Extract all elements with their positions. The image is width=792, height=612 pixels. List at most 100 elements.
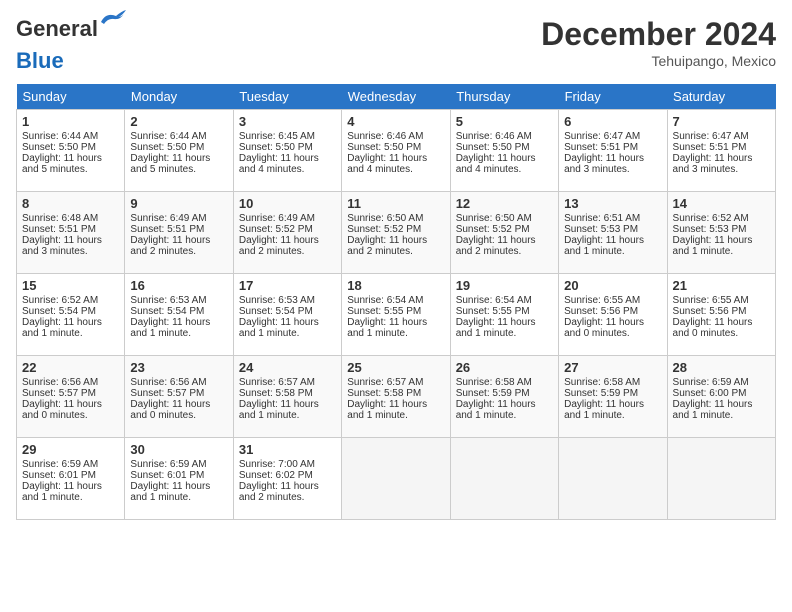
day-info: Daylight: 11 hours (673, 399, 770, 410)
day-info: and 2 minutes. (456, 246, 553, 257)
day-number: 12 (456, 196, 553, 211)
day-info: Sunset: 5:52 PM (239, 224, 336, 235)
logo-text-blue: Blue (16, 48, 64, 73)
header-sunday: Sunday (17, 84, 125, 110)
day-number: 17 (239, 278, 336, 293)
day-info: Sunset: 5:50 PM (22, 142, 119, 153)
day-info: Sunrise: 6:54 AM (347, 295, 444, 306)
day-info: and 1 minute. (22, 492, 119, 503)
calendar-cell: 22Sunrise: 6:56 AMSunset: 5:57 PMDayligh… (17, 356, 125, 438)
calendar-cell: 25Sunrise: 6:57 AMSunset: 5:58 PMDayligh… (342, 356, 450, 438)
day-info: Sunset: 5:58 PM (347, 388, 444, 399)
day-info: Sunset: 6:01 PM (22, 470, 119, 481)
day-info: and 1 minute. (673, 410, 770, 421)
calendar-cell (450, 438, 558, 520)
calendar-cell: 4 Sunrise: 6:46 AMSunset: 5:50 PMDaylight… (342, 110, 450, 192)
day-info: and 1 minute. (239, 410, 336, 421)
day-info: and 5 minutes. (130, 164, 227, 175)
day-info: and 0 minutes. (673, 328, 770, 339)
day-number: 8 (22, 196, 119, 211)
day-info: and 1 minute. (130, 328, 227, 339)
day-info: Daylight: 11 hours (22, 399, 119, 410)
day-info: Sunrise: 6:44 AM (130, 131, 227, 142)
day-info: Sunset: 5:51 PM (22, 224, 119, 235)
day-info: Sunset: 6:00 PM (673, 388, 770, 399)
calendar-table: SundayMondayTuesdayWednesdayThursdayFrid… (16, 84, 776, 520)
day-info: Sunset: 5:54 PM (130, 306, 227, 317)
day-number: 2 (130, 114, 227, 129)
day-info: and 1 minute. (456, 328, 553, 339)
calendar-cell (559, 438, 667, 520)
title-block: December 2024 Tehuipango, Mexico (541, 16, 776, 69)
day-info: Sunset: 5:50 PM (347, 142, 444, 153)
day-info: Daylight: 11 hours (130, 153, 227, 164)
day-info: Daylight: 11 hours (673, 153, 770, 164)
day-info: Daylight: 11 hours (22, 481, 119, 492)
calendar-cell: 9Sunrise: 6:49 AMSunset: 5:51 PMDaylight… (125, 192, 233, 274)
day-info: and 4 minutes. (456, 164, 553, 175)
calendar-cell: 13Sunrise: 6:51 AMSunset: 5:53 PMDayligh… (559, 192, 667, 274)
day-number: 7 (673, 114, 770, 129)
day-info: Daylight: 11 hours (347, 153, 444, 164)
day-info: Sunrise: 6:44 AM (22, 131, 119, 142)
day-info: Sunrise: 6:59 AM (130, 459, 227, 470)
day-info: and 2 minutes. (347, 246, 444, 257)
day-info: Sunrise: 6:59 AM (673, 377, 770, 388)
day-info: Sunset: 5:53 PM (673, 224, 770, 235)
day-info: and 4 minutes. (347, 164, 444, 175)
day-number: 11 (347, 196, 444, 211)
calendar-header-row: SundayMondayTuesdayWednesdayThursdayFrid… (17, 84, 776, 110)
day-info: Daylight: 11 hours (22, 235, 119, 246)
day-info: and 3 minutes. (564, 164, 661, 175)
day-info: and 1 minute. (130, 492, 227, 503)
day-info: Daylight: 11 hours (239, 481, 336, 492)
day-info: Sunrise: 6:48 AM (22, 213, 119, 224)
day-info: Daylight: 11 hours (673, 235, 770, 246)
day-number: 15 (22, 278, 119, 293)
day-info: Daylight: 11 hours (347, 317, 444, 328)
day-number: 13 (564, 196, 661, 211)
day-number: 9 (130, 196, 227, 211)
day-info: Sunset: 5:54 PM (22, 306, 119, 317)
day-info: Sunrise: 6:56 AM (130, 377, 227, 388)
day-info: Sunset: 5:51 PM (130, 224, 227, 235)
day-info: Sunset: 5:57 PM (22, 388, 119, 399)
calendar-cell: 10Sunrise: 6:49 AMSunset: 5:52 PMDayligh… (233, 192, 341, 274)
calendar-cell: 15Sunrise: 6:52 AMSunset: 5:54 PMDayligh… (17, 274, 125, 356)
day-info: Sunrise: 6:55 AM (673, 295, 770, 306)
day-info: and 2 minutes. (130, 246, 227, 257)
day-info: Sunrise: 7:00 AM (239, 459, 336, 470)
day-info: Sunset: 5:58 PM (239, 388, 336, 399)
day-info: Daylight: 11 hours (239, 317, 336, 328)
day-info: and 1 minute. (673, 246, 770, 257)
day-info: Sunrise: 6:46 AM (456, 131, 553, 142)
header-saturday: Saturday (667, 84, 775, 110)
day-info: Sunrise: 6:52 AM (673, 213, 770, 224)
day-number: 30 (130, 442, 227, 457)
calendar-cell: 24Sunrise: 6:57 AMSunset: 5:58 PMDayligh… (233, 356, 341, 438)
day-info: Sunrise: 6:50 AM (347, 213, 444, 224)
day-info: Sunset: 6:02 PM (239, 470, 336, 481)
day-info: Daylight: 11 hours (22, 153, 119, 164)
day-info: Sunrise: 6:45 AM (239, 131, 336, 142)
day-number: 22 (22, 360, 119, 375)
day-number: 4 (347, 114, 444, 129)
page-header: General Blue December 2024 Tehuipango, M… (16, 16, 776, 74)
day-info: Sunrise: 6:53 AM (239, 295, 336, 306)
day-number: 18 (347, 278, 444, 293)
calendar-cell: 29Sunrise: 6:59 AMSunset: 6:01 PMDayligh… (17, 438, 125, 520)
header-thursday: Thursday (450, 84, 558, 110)
day-info: Sunrise: 6:49 AM (239, 213, 336, 224)
day-info: Sunset: 5:56 PM (564, 306, 661, 317)
day-number: 5 (456, 114, 553, 129)
day-info: Sunrise: 6:58 AM (564, 377, 661, 388)
day-info: Daylight: 11 hours (239, 153, 336, 164)
calendar-week-row: 22Sunrise: 6:56 AMSunset: 5:57 PMDayligh… (17, 356, 776, 438)
day-info: Sunset: 5:52 PM (456, 224, 553, 235)
calendar-cell: 17Sunrise: 6:53 AMSunset: 5:54 PMDayligh… (233, 274, 341, 356)
day-info: Daylight: 11 hours (564, 317, 661, 328)
calendar-cell (342, 438, 450, 520)
day-info: Sunset: 6:01 PM (130, 470, 227, 481)
day-info: Sunset: 5:50 PM (239, 142, 336, 153)
day-info: Sunrise: 6:46 AM (347, 131, 444, 142)
